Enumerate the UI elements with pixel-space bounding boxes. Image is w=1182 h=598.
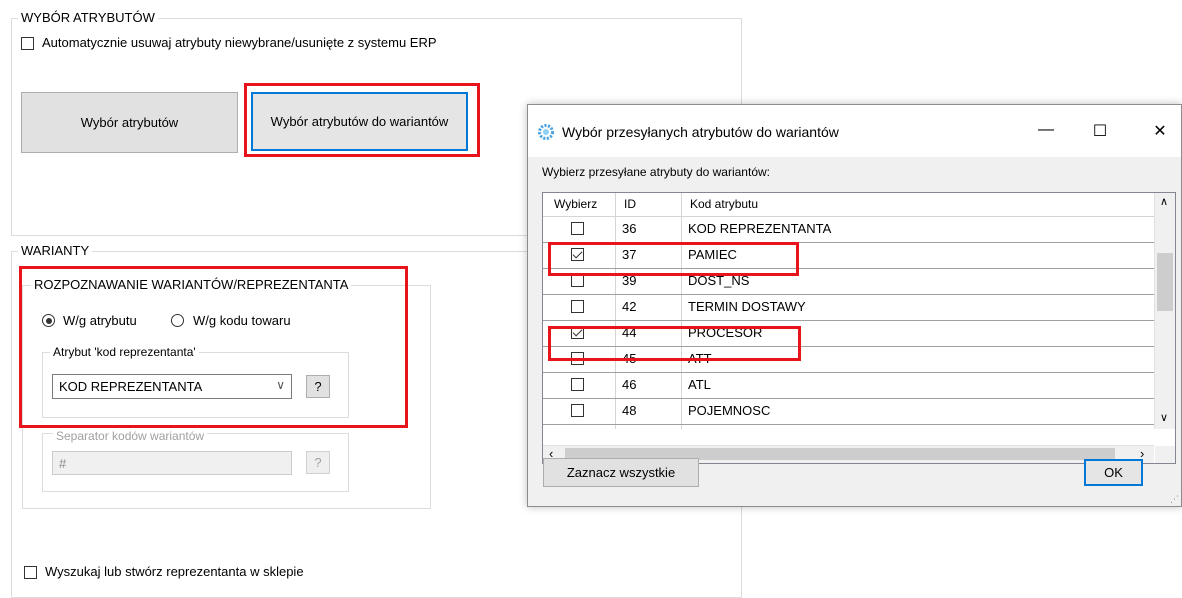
select-variant-attributes-button[interactable]: Wybór atrybutów do wariantów	[251, 92, 468, 151]
app-gear-icon	[538, 124, 554, 140]
close-button[interactable]: ✕	[1140, 121, 1180, 141]
row-code: KOD REPREZENTANTA	[688, 221, 832, 236]
variants-group-title: WARIANTY	[18, 243, 93, 259]
row-code: PROCESOR	[688, 325, 763, 340]
auto-remove-checkbox[interactable]	[21, 37, 34, 50]
radio-by-attribute-label: W/g atrybutu	[63, 313, 137, 328]
dialog-instruction: Wybierz przesyłane atrybuty do wariantów…	[542, 165, 770, 179]
search-representative-label: Wyszukaj lub stwórz reprezentanta w skle…	[45, 564, 304, 579]
select-all-button[interactable]: Zaznacz wszystkie	[543, 458, 699, 487]
row-id: 45	[622, 351, 637, 366]
grid-header: Wybierz ID Kod atrybutu	[543, 193, 1154, 217]
row-id: 44	[622, 325, 637, 340]
separator-help-button[interactable]: ?	[306, 451, 330, 474]
row-id: 48	[622, 403, 637, 418]
separator-input-value: #	[59, 456, 67, 471]
variant-attributes-dialog: Wybór przesyłanych atrybutów do wariantó…	[527, 104, 1182, 507]
dialog-title: Wybór przesyłanych atrybutów do wariantó…	[562, 124, 839, 140]
scroll-thumb[interactable]	[1157, 253, 1173, 311]
chevron-down-icon: ∨	[276, 378, 285, 392]
table-row[interactable]: 48 POJEMNOSC	[543, 398, 1154, 425]
table-row[interactable]: 36 KOD REPREZENTANTA	[543, 216, 1154, 243]
row-select-checkbox[interactable]	[571, 222, 584, 235]
radio-by-product-code[interactable]	[171, 314, 184, 327]
row-id: 42	[622, 299, 637, 314]
scroll-down-icon[interactable]: ∨	[1160, 411, 1168, 424]
auto-remove-label: Automatycznie usuwaj atrybuty niewybrane…	[42, 35, 437, 50]
table-row[interactable]: 44 PROCESOR	[543, 320, 1154, 347]
row-select-checkbox[interactable]	[571, 352, 584, 365]
row-code: DOST_NS	[688, 273, 750, 288]
row-id: 46	[622, 377, 637, 392]
search-representative-checkbox[interactable]	[24, 566, 37, 579]
ok-button[interactable]: OK	[1084, 459, 1143, 486]
scroll-corner	[1155, 446, 1175, 463]
row-code: POJEMNOSC	[688, 403, 771, 418]
column-header-id[interactable]: ID	[624, 196, 636, 212]
minimize-button[interactable]: —	[1026, 121, 1066, 139]
separator-group-title: Separator kodów wariantów	[53, 428, 208, 444]
row-id: 37	[622, 247, 637, 262]
table-row[interactable]: 39 DOST_NS	[543, 268, 1154, 295]
attribute-code-group-title: Atrybut 'kod reprezentanta'	[50, 344, 199, 360]
attributes-grid[interactable]: Wybierz ID Kod atrybutu 36 KOD REPREZENTA…	[542, 192, 1176, 464]
row-select-checkbox[interactable]	[571, 274, 584, 287]
radio-by-attribute[interactable]	[42, 314, 55, 327]
row-select-checkbox[interactable]	[571, 404, 584, 417]
column-header-select[interactable]: Wybierz	[554, 196, 597, 212]
row-code: PAMIEC	[688, 247, 737, 262]
column-header-code[interactable]: Kod atrybutu	[690, 196, 758, 212]
table-row[interactable]: 42 TERMIN DOSTAWY	[543, 294, 1154, 321]
dialog-titlebar: Wybór przesyłanych atrybutów do wariantó…	[528, 105, 1181, 157]
select-attributes-button[interactable]: Wybór atrybutów	[21, 92, 238, 153]
row-code: ATL	[688, 377, 711, 392]
scroll-up-icon[interactable]: ∧	[1160, 195, 1168, 208]
table-row[interactable]: 46 ATL	[543, 372, 1154, 399]
attribute-help-button[interactable]: ?	[306, 375, 330, 398]
row-code: TERMIN DOSTAWY	[688, 299, 806, 314]
table-row[interactable]: 45 ATT	[543, 346, 1154, 373]
recognition-group-title: ROZPOZNAWANIE WARIANTÓW/REPREZENTANTA	[31, 277, 352, 293]
resize-grip-icon[interactable]: ⋰	[1170, 494, 1179, 505]
row-select-checkbox[interactable]	[571, 326, 584, 339]
row-id: 36	[622, 221, 637, 236]
separator-input[interactable]: #	[52, 451, 292, 475]
table-row[interactable]: 37 PAMIEC	[543, 242, 1154, 269]
row-select-checkbox[interactable]	[571, 378, 584, 391]
row-select-checkbox[interactable]	[571, 248, 584, 261]
vertical-scrollbar[interactable]: ∧ ∨	[1154, 193, 1175, 429]
radio-by-product-code-label: W/g kodu towaru	[193, 313, 291, 328]
attribute-code-select-value: KOD REPREZENTANTA	[59, 379, 203, 394]
maximize-button[interactable]: ☐	[1080, 121, 1120, 141]
row-select-checkbox[interactable]	[571, 300, 584, 313]
attribute-code-select[interactable]: KOD REPREZENTANTA ∨	[52, 374, 292, 399]
attributes-group-title: WYBÓR ATRYBUTÓW	[18, 10, 158, 26]
row-id: 39	[622, 273, 637, 288]
row-code: ATT	[688, 351, 712, 366]
